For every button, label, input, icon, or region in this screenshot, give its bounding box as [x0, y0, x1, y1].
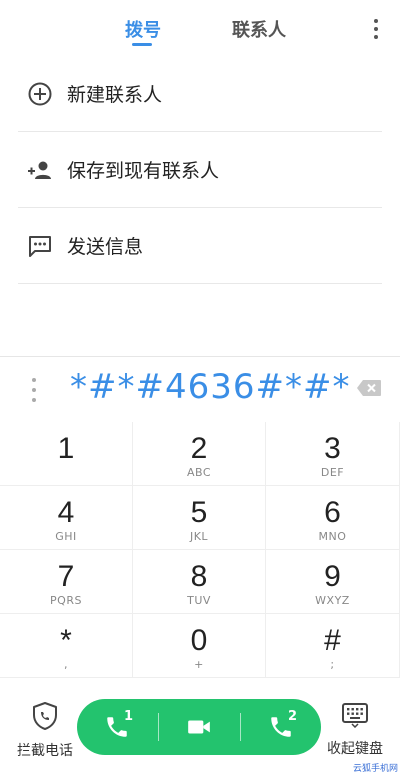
dialed-number[interactable]: *#*#4636#*#* [70, 367, 349, 407]
key-letters: , [64, 658, 68, 671]
sim2-label: 2 [288, 709, 298, 724]
key-letters: ; [330, 658, 335, 671]
key-4[interactable]: 4 GHI [0, 486, 133, 550]
watermark: 云狐手机网 [352, 764, 398, 774]
key-letters: GHI [55, 530, 77, 543]
key-digit: 5 [190, 496, 208, 529]
key-2[interactable]: 2 ABC [133, 422, 266, 486]
key-5[interactable]: 5 JKL [133, 486, 266, 550]
key-7[interactable]: 7 PQRS [0, 550, 133, 614]
key-letters: JKL [189, 530, 209, 543]
add-person-icon [28, 161, 51, 179]
key-digit: 2 [190, 432, 208, 465]
key-digit: 7 [57, 560, 75, 593]
number-display: *#*#4636#*#* [0, 356, 400, 422]
save-to-existing-label: 保存到现有联系人 [67, 160, 220, 182]
key-letters: TUV [187, 594, 211, 607]
add-circle-icon [28, 82, 52, 106]
call-sim1-button[interactable]: 1 [77, 699, 158, 755]
shield-phone-icon [33, 702, 57, 730]
video-call-button[interactable] [159, 699, 240, 755]
send-message-item[interactable]: 发送信息 [18, 208, 382, 284]
block-calls-button[interactable]: 拦截电话 [10, 702, 80, 762]
key-letters: + [194, 658, 204, 671]
key-letters: PQRS [50, 594, 82, 607]
key-digit: 4 [57, 496, 75, 529]
video-camera-icon [188, 720, 210, 734]
key-letters: DEF [320, 466, 345, 479]
key-letters: WXYZ [315, 594, 350, 607]
key-letters: ABC [186, 466, 212, 479]
key-digit: 0 [190, 624, 208, 657]
backspace-icon[interactable] [356, 379, 382, 397]
key-digit: 8 [190, 560, 208, 593]
block-calls-label: 拦截电话 [17, 743, 73, 759]
call-sim2-button[interactable]: 2 [241, 699, 322, 755]
call-button-group: 1 2 [77, 699, 321, 755]
key-letters: MNO [318, 530, 347, 543]
key-hash[interactable]: #; [266, 614, 400, 678]
key-digit: 6 [324, 496, 341, 529]
key-digit: # [324, 624, 341, 657]
tab-indicator [132, 43, 152, 46]
hide-keypad-label: 收起键盘 [327, 741, 383, 757]
save-to-existing-contact-item[interactable]: 保存到现有联系人 [18, 132, 382, 208]
key-0[interactable]: 0 + [133, 614, 266, 678]
key-8[interactable]: 8 TUV [133, 550, 266, 614]
more-options-icon[interactable] [370, 18, 382, 40]
message-icon [29, 236, 51, 257]
send-message-label: 发送信息 [67, 236, 144, 258]
key-digit: 9 [324, 560, 341, 593]
hide-keypad-button[interactable]: 收起键盘 [320, 702, 390, 762]
bottom-bar: 拦截电话 1 2 收起键盘 云狐手机网 [0, 678, 400, 776]
drag-handle-icon[interactable] [30, 378, 38, 404]
key-digit: 3 [324, 432, 341, 465]
key-digit: 1 [57, 432, 75, 465]
key-1[interactable]: 1 [0, 422, 133, 486]
key-9[interactable]: 9 WXYZ [266, 550, 400, 614]
tab-contacts[interactable]: 联系人 [232, 16, 286, 42]
keyboard-icon [342, 703, 368, 729]
dial-keypad: 1 2 ABC 3 DEF 4 GHI 5 JKL 6 MNO 7 PQRS 8 TUV 9W… [0, 422, 400, 678]
key-digit: * [60, 624, 72, 657]
sim1-label: 1 [124, 709, 134, 724]
key-star[interactable]: *, [0, 614, 133, 678]
new-contact-item[interactable]: 新建联系人 [18, 56, 382, 132]
key-3[interactable]: 3 DEF [266, 422, 400, 486]
tab-bar: 拨号 联系人 [0, 0, 400, 56]
tab-dial[interactable]: 拨号 [125, 16, 161, 42]
new-contact-label: 新建联系人 [67, 84, 163, 106]
key-6[interactable]: 6 MNO [266, 486, 400, 550]
